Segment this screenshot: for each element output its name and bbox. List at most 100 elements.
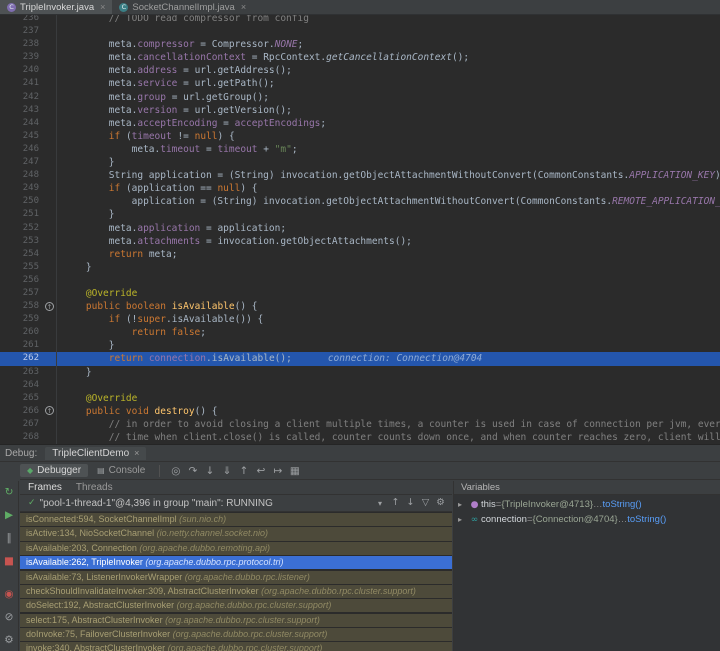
gutter	[44, 247, 57, 261]
code-line[interactable]: 246 meta.timeout = timeout + "m";	[0, 142, 720, 157]
thread-selector[interactable]: ✓ "pool-1-thread-1"@4,396 in group "main…	[20, 495, 452, 512]
tab-debugger[interactable]: ◆ Debugger	[20, 464, 89, 477]
code-line[interactable]: 259 if (!super.isAvailable()) {	[0, 313, 720, 327]
code-line[interactable]: 262 return connection.isAvailable(); conn…	[0, 352, 720, 366]
gutter	[44, 260, 57, 274]
code-line[interactable]: 244 meta.acceptEncoding = acceptEncoding…	[0, 116, 720, 130]
stack-frame[interactable]: invoke:340, AbstractClusterInvoker (org.…	[20, 642, 452, 651]
show-execution-point-icon[interactable]: ◎	[167, 463, 184, 479]
expand-chevron-icon[interactable]: ▸	[458, 500, 468, 509]
code-line[interactable]: 257 @Override	[0, 286, 720, 301]
code-line[interactable]: 253 meta.attachments = invocation.getObj…	[0, 234, 720, 248]
line-number: 256	[22, 274, 39, 285]
stack-frame[interactable]: select:175, AbstractClusterInvoker (org.…	[20, 613, 452, 627]
resume-icon[interactable]: ▶	[1, 507, 18, 523]
next-frame-icon[interactable]: ↓	[403, 495, 418, 511]
step-into-icon[interactable]: ↓	[201, 463, 218, 479]
stack-frame[interactable]: doSelect:192, AbstractClusterInvoker (or…	[20, 599, 452, 613]
chevron-down-icon[interactable]: ▾	[378, 499, 382, 508]
step-over-icon[interactable]: ↷	[184, 463, 201, 479]
token: if	[108, 130, 121, 142]
code-line[interactable]: 243 meta.version = url.getVersion();	[0, 103, 720, 117]
gutter	[44, 156, 57, 170]
variable-row[interactable]: ▸ ∞ connection = {Connection@4704} … toStr…	[454, 512, 720, 527]
mute-breakpoints-icon[interactable]: ⊘	[1, 609, 18, 625]
tab-console[interactable]: ▤ Console	[90, 464, 152, 477]
variable-row[interactable]: ▸ ● this = {TripleInvoker@4713} … toString…	[454, 497, 720, 512]
code-text: // in order to avoid closing a client mu…	[57, 418, 720, 431]
close-session-icon[interactable]: ×	[134, 448, 139, 458]
code-line[interactable]: 242 meta.group = url.getGroup();	[0, 90, 720, 104]
expand-chevron-icon[interactable]: ▸	[458, 515, 468, 524]
tab-frames[interactable]: Frames	[28, 482, 62, 493]
line-number: 264	[22, 379, 39, 390]
debug-session-tab[interactable]: TripleClientDemo ×	[45, 446, 147, 460]
tostring-link[interactable]: toString()	[603, 499, 642, 510]
override-method-icon[interactable]: ↑	[45, 406, 54, 416]
code-line[interactable]: 265 @Override	[0, 391, 720, 405]
token: () {	[234, 301, 258, 313]
code-line[interactable]: 249 if (application == null) {	[0, 182, 720, 196]
stack-frame[interactable]: isAvailable:73, ListenerInvokerWrapper (…	[20, 570, 452, 584]
editor[interactable]: 236 // TODO read compressor from config 2…	[0, 15, 720, 444]
code-line[interactable]: 240 meta.address = url.getAddress();	[0, 64, 720, 78]
stack-frame[interactable]: isConnected:594, SocketChannelImpl (sun.…	[20, 513, 452, 527]
code-line[interactable]: 260 return false;	[0, 326, 720, 340]
stack-frame[interactable]: isActive:134, NioSocketChannel (io.netty…	[20, 527, 452, 541]
hide-library-frames-icon[interactable]: ▽	[418, 495, 433, 511]
code-line[interactable]: 241 meta.service = url.getPath();	[0, 77, 720, 91]
code-line[interactable]: 247 }	[0, 156, 720, 170]
tostring-link[interactable]: toString()	[627, 514, 666, 525]
code-line[interactable]: 255 }	[0, 260, 720, 274]
stack-frame[interactable]: doInvoke:75, FailoverClusterInvoker (org…	[20, 628, 452, 642]
line-number: 245	[22, 130, 39, 141]
override-method-icon[interactable]: ↑	[45, 301, 54, 311]
token: getCancellationContext	[326, 52, 452, 64]
step-out-icon[interactable]: ↑	[235, 463, 252, 479]
editor-tab[interactable]: C SocketChannelImpl.java ×	[112, 0, 253, 14]
line-number: 236	[22, 15, 39, 23]
ide-window: C TripleInvoker.java × C SocketChannelImpl.j…	[0, 0, 720, 651]
tab-threads[interactable]: Threads	[76, 482, 113, 493]
code-line[interactable]: 266 ↑ public void destroy() {	[0, 404, 720, 418]
code-line[interactable]: 250 application = (String) invocation.ge…	[0, 195, 720, 209]
editor-tab[interactable]: C TripleInvoker.java ×	[0, 0, 113, 14]
code-line[interactable]: 263 }	[0, 365, 720, 379]
code-line[interactable]: 245 if (timeout != null) {	[0, 129, 720, 143]
code-line[interactable]: 264	[0, 378, 720, 392]
force-step-into-icon[interactable]: ⇓	[218, 463, 235, 479]
close-tab-icon[interactable]: ×	[100, 2, 105, 12]
stack-frame[interactable]: isAvailable:203, Connection (org.apache.…	[20, 541, 452, 555]
debug-toolbar: ◆ Debugger ▤ Console ◎ ↷ ↓ ⇓ ↑ ↩ ↦ ▦	[20, 462, 720, 480]
code-line[interactable]: 236 // TODO read compressor from config	[0, 15, 720, 26]
settings-icon[interactable]: ⚙	[1, 632, 18, 648]
evaluate-expression-icon[interactable]: ▦	[286, 463, 303, 479]
code-line[interactable]: 268 // time when client.close() is calle…	[0, 431, 720, 444]
run-to-cursor-icon[interactable]: ↦	[269, 463, 286, 479]
code-line[interactable]: 252 meta.application = application;	[0, 221, 720, 235]
code-line[interactable]: 267 // in order to avoid closing a clien…	[0, 417, 720, 431]
rerun-icon[interactable]: ↻	[1, 484, 18, 500]
token: +	[257, 143, 275, 155]
stack-frame[interactable]: isAvailable:262, TripleInvoker (org.apac…	[20, 556, 452, 570]
drop-frame-icon[interactable]: ↩	[252, 463, 269, 479]
code-text: }	[57, 366, 720, 379]
pause-icon[interactable]: ∥	[1, 530, 18, 546]
token: return	[108, 353, 144, 365]
code-line[interactable]: 258 ↑ public boolean isAvailable() {	[0, 300, 720, 314]
code-line[interactable]: 248 String application = (String) invoca…	[0, 169, 720, 183]
code-line[interactable]: 256	[0, 273, 720, 287]
code-line[interactable]: 237	[0, 25, 720, 39]
close-tab-icon[interactable]: ×	[241, 2, 246, 12]
code-line[interactable]: 254 return meta;	[0, 247, 720, 261]
view-breakpoints-icon[interactable]: ◉	[1, 586, 18, 602]
code-line[interactable]: 238 meta.compressor = Compressor.NONE;	[0, 38, 720, 52]
frames-options-icon[interactable]: ⚙	[433, 495, 448, 511]
code-line[interactable]: 239 meta.cancellationContext = RpcContex…	[0, 51, 720, 65]
prev-frame-icon[interactable]: ↑	[388, 495, 403, 511]
code-line[interactable]: 261 }	[0, 339, 720, 353]
stack-frame[interactable]: checkShouldInvalidateInvoker:309, Abstra…	[20, 584, 452, 599]
stop-icon[interactable]: ■	[1, 553, 18, 569]
line-number: 266	[22, 405, 39, 416]
code-line[interactable]: 251 }	[0, 208, 720, 222]
